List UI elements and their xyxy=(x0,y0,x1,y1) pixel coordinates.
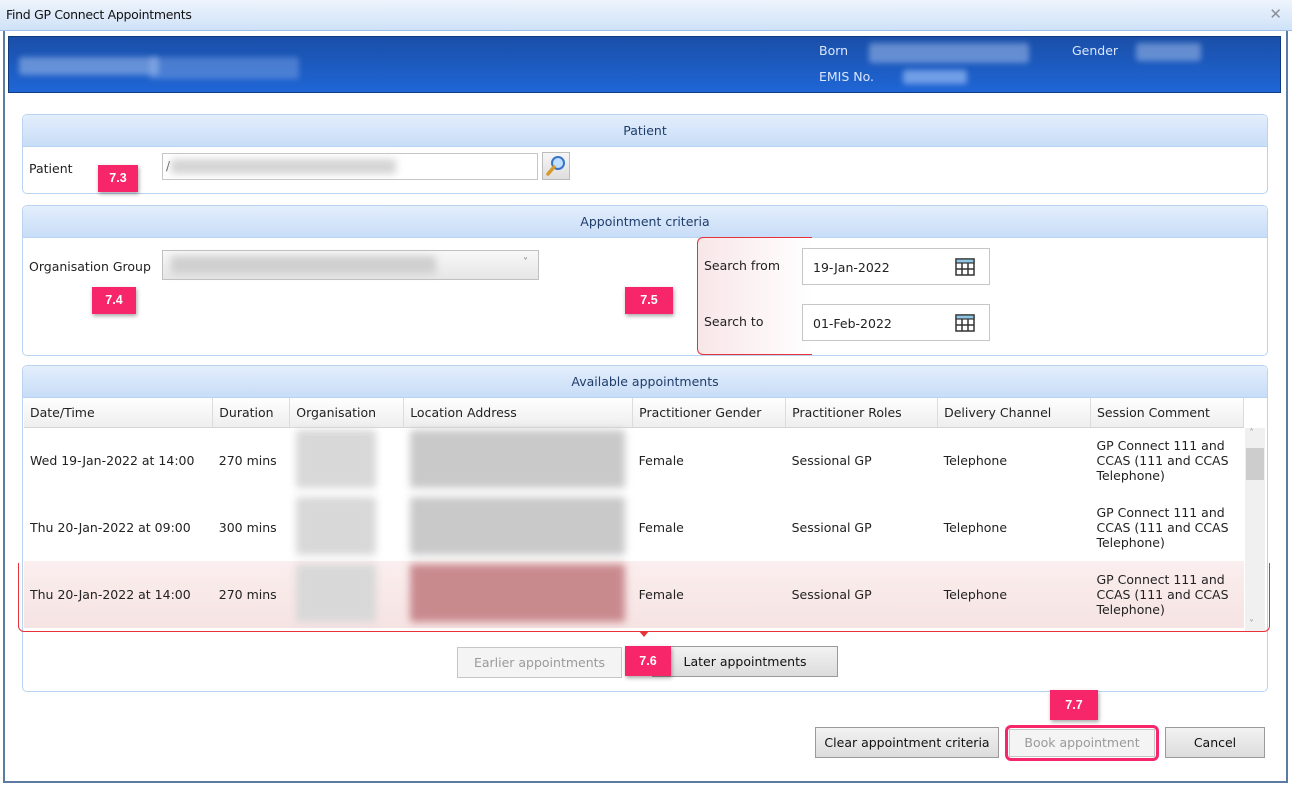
column-header-location[interactable]: Location Address xyxy=(403,398,634,428)
cell-duration: 270 mins xyxy=(218,453,277,469)
scroll-down-icon[interactable]: ˅ xyxy=(1249,619,1254,630)
search-to-input[interactable]: 01-Feb-2022 xyxy=(802,304,990,341)
location-redacted xyxy=(409,430,625,489)
later-appointments-button[interactable]: Later appointments xyxy=(652,646,838,677)
cell-organisation xyxy=(290,427,404,494)
window-titlebar: Find GP Connect Appointments ✕ xyxy=(0,0,1292,31)
cell-gender: Female xyxy=(632,561,786,628)
appointment-criteria-panel: Appointment criteria xyxy=(22,205,1268,356)
column-header-practitioner-gender[interactable]: Practitioner Gender xyxy=(632,398,787,428)
cell-channel: Telephone xyxy=(943,520,1008,535)
cell-datetime: Wed 19-Jan-2022 at 14:00 xyxy=(30,453,195,469)
organisation-group-select[interactable]: ˅ xyxy=(162,250,539,280)
cell-datetime: Thu 20-Jan-2022 at 14:00 xyxy=(24,561,213,628)
gender-value-redacted xyxy=(1136,43,1201,61)
emis-label: EMIS No. xyxy=(819,69,875,84)
table-header-row: Date/Time Duration Organisation Location… xyxy=(24,398,1245,428)
cell-roles: Sessional GP xyxy=(791,453,872,469)
patient-name-redacted-2 xyxy=(149,57,299,79)
book-appointment-button[interactable]: Book appointment xyxy=(1009,729,1155,757)
window-title: Find GP Connect Appointments xyxy=(6,7,192,22)
cell-datetime: Thu 20-Jan-2022 at 09:00 xyxy=(30,520,191,535)
cell-location xyxy=(404,427,633,494)
cell-duration: 270 mins xyxy=(212,561,290,628)
emis-value-redacted xyxy=(903,70,967,84)
born-value-redacted xyxy=(869,43,1029,63)
cell-comment: GP Connect 111 and CCAS (111 and CCAS Te… xyxy=(1096,438,1229,484)
cell-gender: Female xyxy=(638,453,684,469)
organisation-group-label: Organisation Group xyxy=(29,259,151,274)
cell-gender: Female xyxy=(638,520,684,535)
scrollbar-thumb[interactable] xyxy=(1246,448,1264,480)
search-to-value: 01-Feb-2022 xyxy=(813,316,892,331)
cell-organisation xyxy=(289,561,404,628)
organisation-group-value-redacted xyxy=(171,256,436,274)
location-redacted xyxy=(409,497,625,555)
patient-name-redacted xyxy=(19,57,159,75)
location-redacted xyxy=(409,564,625,622)
column-header-delivery-channel[interactable]: Delivery Channel xyxy=(937,398,1091,428)
cancel-button[interactable]: Cancel xyxy=(1165,727,1265,758)
table-row-selected[interactable]: Thu 20-Jan-2022 at 14:00 270 mins Female… xyxy=(24,561,1244,628)
table-row[interactable]: Wed 19-Jan-2022 at 14:00 270 mins Female… xyxy=(24,427,1244,494)
column-header-organisation[interactable]: Organisation xyxy=(289,398,405,428)
calendar-icon[interactable] xyxy=(955,314,975,332)
cell-channel: Telephone xyxy=(937,561,1091,628)
cell-channel: Telephone xyxy=(943,453,1008,469)
date-range-highlight xyxy=(697,237,812,355)
annotation-badge-7-4: 7.4 xyxy=(92,287,136,314)
available-panel-header: Available appointments xyxy=(23,366,1267,398)
criteria-panel-header: Appointment criteria xyxy=(23,206,1267,238)
annotation-badge-7-7: 7.7 xyxy=(1050,690,1098,720)
calendar-icon[interactable] xyxy=(955,258,975,276)
search-from-value: 19-Jan-2022 xyxy=(813,260,890,275)
annotation-badge-7-6: 7.6 xyxy=(625,646,671,676)
cell-organisation xyxy=(290,494,404,561)
magnifier-icon xyxy=(546,156,565,176)
patient-panel-header: Patient xyxy=(23,115,1267,147)
close-icon[interactable]: ✕ xyxy=(1269,5,1282,23)
appointments-table: Date/Time Duration Organisation Location… xyxy=(24,398,1245,628)
table-scrollbar[interactable]: ˄ ˅ xyxy=(1245,428,1265,632)
organisation-redacted xyxy=(295,564,376,622)
cell-location xyxy=(403,561,633,628)
column-header-datetime[interactable]: Date/Time xyxy=(24,398,214,428)
column-header-duration[interactable]: Duration xyxy=(212,398,291,428)
search-from-input[interactable]: 19-Jan-2022 xyxy=(802,248,990,285)
organisation-redacted xyxy=(295,430,376,489)
cell-roles: Sessional GP xyxy=(791,520,872,535)
column-header-session-comment[interactable]: Session Comment xyxy=(1090,398,1245,428)
gender-label: Gender xyxy=(1072,43,1119,58)
clear-criteria-button[interactable]: Clear appointment criteria xyxy=(815,727,999,758)
born-label: Born xyxy=(819,43,849,58)
search-from-label: Search from xyxy=(704,258,781,273)
scroll-up-icon[interactable]: ˄ xyxy=(1249,428,1254,439)
cell-duration: 300 mins xyxy=(218,520,277,535)
patient-banner: Born Gender EMIS No. xyxy=(8,36,1281,93)
cell-comment: GP Connect 111 and CCAS (111 and CCAS Te… xyxy=(1096,505,1229,550)
cell-location xyxy=(404,494,633,561)
cell-roles: Sessional GP xyxy=(785,561,938,628)
patient-input-redacted xyxy=(171,159,396,174)
table-row[interactable]: Thu 20-Jan-2022 at 09:00 300 mins Female… xyxy=(24,494,1244,561)
annotation-badge-7-3: 7.3 xyxy=(98,165,138,192)
patient-input[interactable]: / xyxy=(162,153,538,180)
column-header-practitioner-roles[interactable]: Practitioner Roles xyxy=(785,398,939,428)
annotation-badge-7-5: 7.5 xyxy=(625,287,673,314)
organisation-redacted xyxy=(295,497,376,555)
earlier-appointments-button[interactable]: Earlier appointments xyxy=(457,647,622,678)
cell-comment: GP Connect 111 and CCAS (111 and CCAS Te… xyxy=(1090,561,1244,628)
patient-label: Patient xyxy=(29,161,73,176)
chevron-down-icon: ˅ xyxy=(523,257,528,268)
search-to-label: Search to xyxy=(704,314,764,329)
patient-search-button[interactable] xyxy=(542,152,570,180)
